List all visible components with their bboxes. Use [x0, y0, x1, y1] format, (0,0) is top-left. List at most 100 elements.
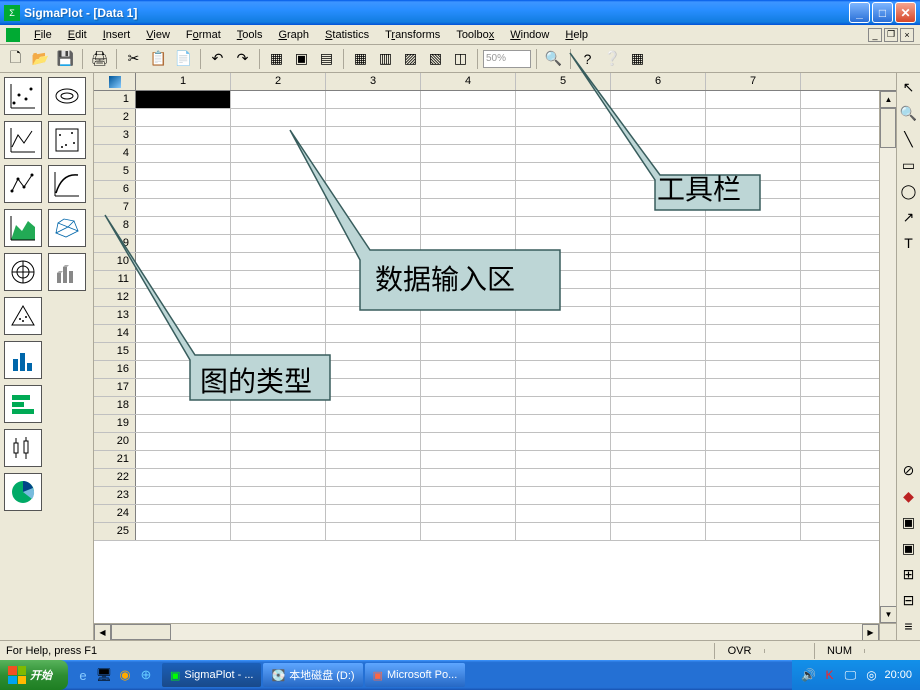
- cell[interactable]: [611, 325, 706, 342]
- scatter-dots-button[interactable]: [48, 121, 86, 159]
- cell[interactable]: [516, 451, 611, 468]
- cell[interactable]: [136, 487, 231, 504]
- zoom-tool[interactable]: 🔍: [899, 103, 919, 123]
- cell[interactable]: [611, 343, 706, 360]
- minimize-button[interactable]: _: [849, 2, 870, 23]
- vertical-scrollbar[interactable]: ▲ ▼: [879, 91, 896, 623]
- cell[interactable]: [611, 109, 706, 126]
- cell[interactable]: [611, 145, 706, 162]
- cell[interactable]: [231, 199, 326, 216]
- row-header[interactable]: 4: [94, 145, 136, 162]
- cell[interactable]: [516, 163, 611, 180]
- cell[interactable]: [136, 235, 231, 252]
- cell[interactable]: [516, 127, 611, 144]
- data-grid[interactable]: 1234567891011121314151617181920212223242…: [94, 91, 879, 623]
- rect-tool[interactable]: ▭: [899, 155, 919, 175]
- pointer-tool[interactable]: ↖: [899, 77, 919, 97]
- cell[interactable]: [231, 307, 326, 324]
- row-header[interactable]: 16: [94, 361, 136, 378]
- cell[interactable]: [611, 415, 706, 432]
- cell[interactable]: [421, 379, 516, 396]
- row-header[interactable]: 20: [94, 433, 136, 450]
- row-header[interactable]: 15: [94, 343, 136, 360]
- graph-tool4-button[interactable]: ▧: [424, 48, 447, 70]
- cell[interactable]: [516, 469, 611, 486]
- cell[interactable]: [231, 271, 326, 288]
- zoom-selector[interactable]: 50%: [483, 50, 531, 68]
- cell[interactable]: [231, 289, 326, 306]
- cell[interactable]: [706, 469, 801, 486]
- cell[interactable]: [516, 487, 611, 504]
- cell[interactable]: [231, 523, 326, 540]
- cell[interactable]: [611, 451, 706, 468]
- scroll-up-button[interactable]: ▲: [880, 91, 896, 108]
- cell[interactable]: [326, 505, 421, 522]
- mdi-restore-button[interactable]: ❐: [884, 28, 898, 42]
- cell[interactable]: [611, 235, 706, 252]
- cell[interactable]: [706, 289, 801, 306]
- cell[interactable]: [611, 433, 706, 450]
- cell[interactable]: [421, 451, 516, 468]
- cut-button[interactable]: ✂: [122, 48, 145, 70]
- menu-file[interactable]: File: [26, 27, 60, 43]
- cell[interactable]: [421, 325, 516, 342]
- cell[interactable]: [706, 505, 801, 522]
- column-header[interactable]: 3: [326, 73, 421, 90]
- cell[interactable]: [231, 325, 326, 342]
- cell[interactable]: [136, 163, 231, 180]
- area-plot-button[interactable]: [4, 209, 42, 247]
- cell[interactable]: [136, 271, 231, 288]
- cell[interactable]: [611, 253, 706, 270]
- cell[interactable]: [516, 199, 611, 216]
- row-header[interactable]: 13: [94, 307, 136, 324]
- ql-desktop-icon[interactable]: 🖥: [95, 666, 113, 684]
- cell[interactable]: [326, 469, 421, 486]
- cell[interactable]: [136, 253, 231, 270]
- menu-tools[interactable]: Tools: [229, 27, 271, 43]
- zoom-in-button[interactable]: 🔍: [542, 48, 565, 70]
- cell[interactable]: [136, 307, 231, 324]
- cell[interactable]: [326, 397, 421, 414]
- menu-help[interactable]: Help: [557, 27, 596, 43]
- column-header[interactable]: 6: [611, 73, 706, 90]
- cell[interactable]: [421, 397, 516, 414]
- cell[interactable]: [516, 379, 611, 396]
- column-header[interactable]: 4: [421, 73, 516, 90]
- cell[interactable]: [706, 253, 801, 270]
- cell[interactable]: [421, 487, 516, 504]
- cell[interactable]: [611, 523, 706, 540]
- cell[interactable]: [326, 127, 421, 144]
- cell[interactable]: [706, 307, 801, 324]
- taskbar-item-powerpoint[interactable]: ▣Microsoft Po...: [365, 663, 466, 687]
- cell[interactable]: [326, 307, 421, 324]
- cell[interactable]: [136, 523, 231, 540]
- cell[interactable]: [421, 307, 516, 324]
- cell[interactable]: [136, 505, 231, 522]
- cell[interactable]: [516, 415, 611, 432]
- row-header[interactable]: 10: [94, 253, 136, 270]
- cell[interactable]: [516, 325, 611, 342]
- cell[interactable]: [326, 199, 421, 216]
- cell[interactable]: [136, 451, 231, 468]
- column-header[interactable]: 5: [516, 73, 611, 90]
- contour-button[interactable]: [48, 77, 86, 115]
- print-button[interactable]: 🖨: [88, 48, 111, 70]
- start-button[interactable]: 开始: [0, 660, 68, 690]
- cell[interactable]: [421, 145, 516, 162]
- row-header[interactable]: 25: [94, 523, 136, 540]
- menu-statistics[interactable]: Statistics: [317, 27, 377, 43]
- cell[interactable]: [516, 253, 611, 270]
- cell[interactable]: [516, 397, 611, 414]
- line-plot-button[interactable]: [4, 121, 42, 159]
- cell[interactable]: [516, 289, 611, 306]
- cell[interactable]: [421, 109, 516, 126]
- cell[interactable]: [611, 217, 706, 234]
- cell[interactable]: [421, 217, 516, 234]
- cell[interactable]: [706, 415, 801, 432]
- copy-button[interactable]: 📋: [147, 48, 170, 70]
- cell[interactable]: [231, 181, 326, 198]
- cell[interactable]: [326, 217, 421, 234]
- row-header[interactable]: 24: [94, 505, 136, 522]
- cell[interactable]: [231, 469, 326, 486]
- cell[interactable]: [326, 181, 421, 198]
